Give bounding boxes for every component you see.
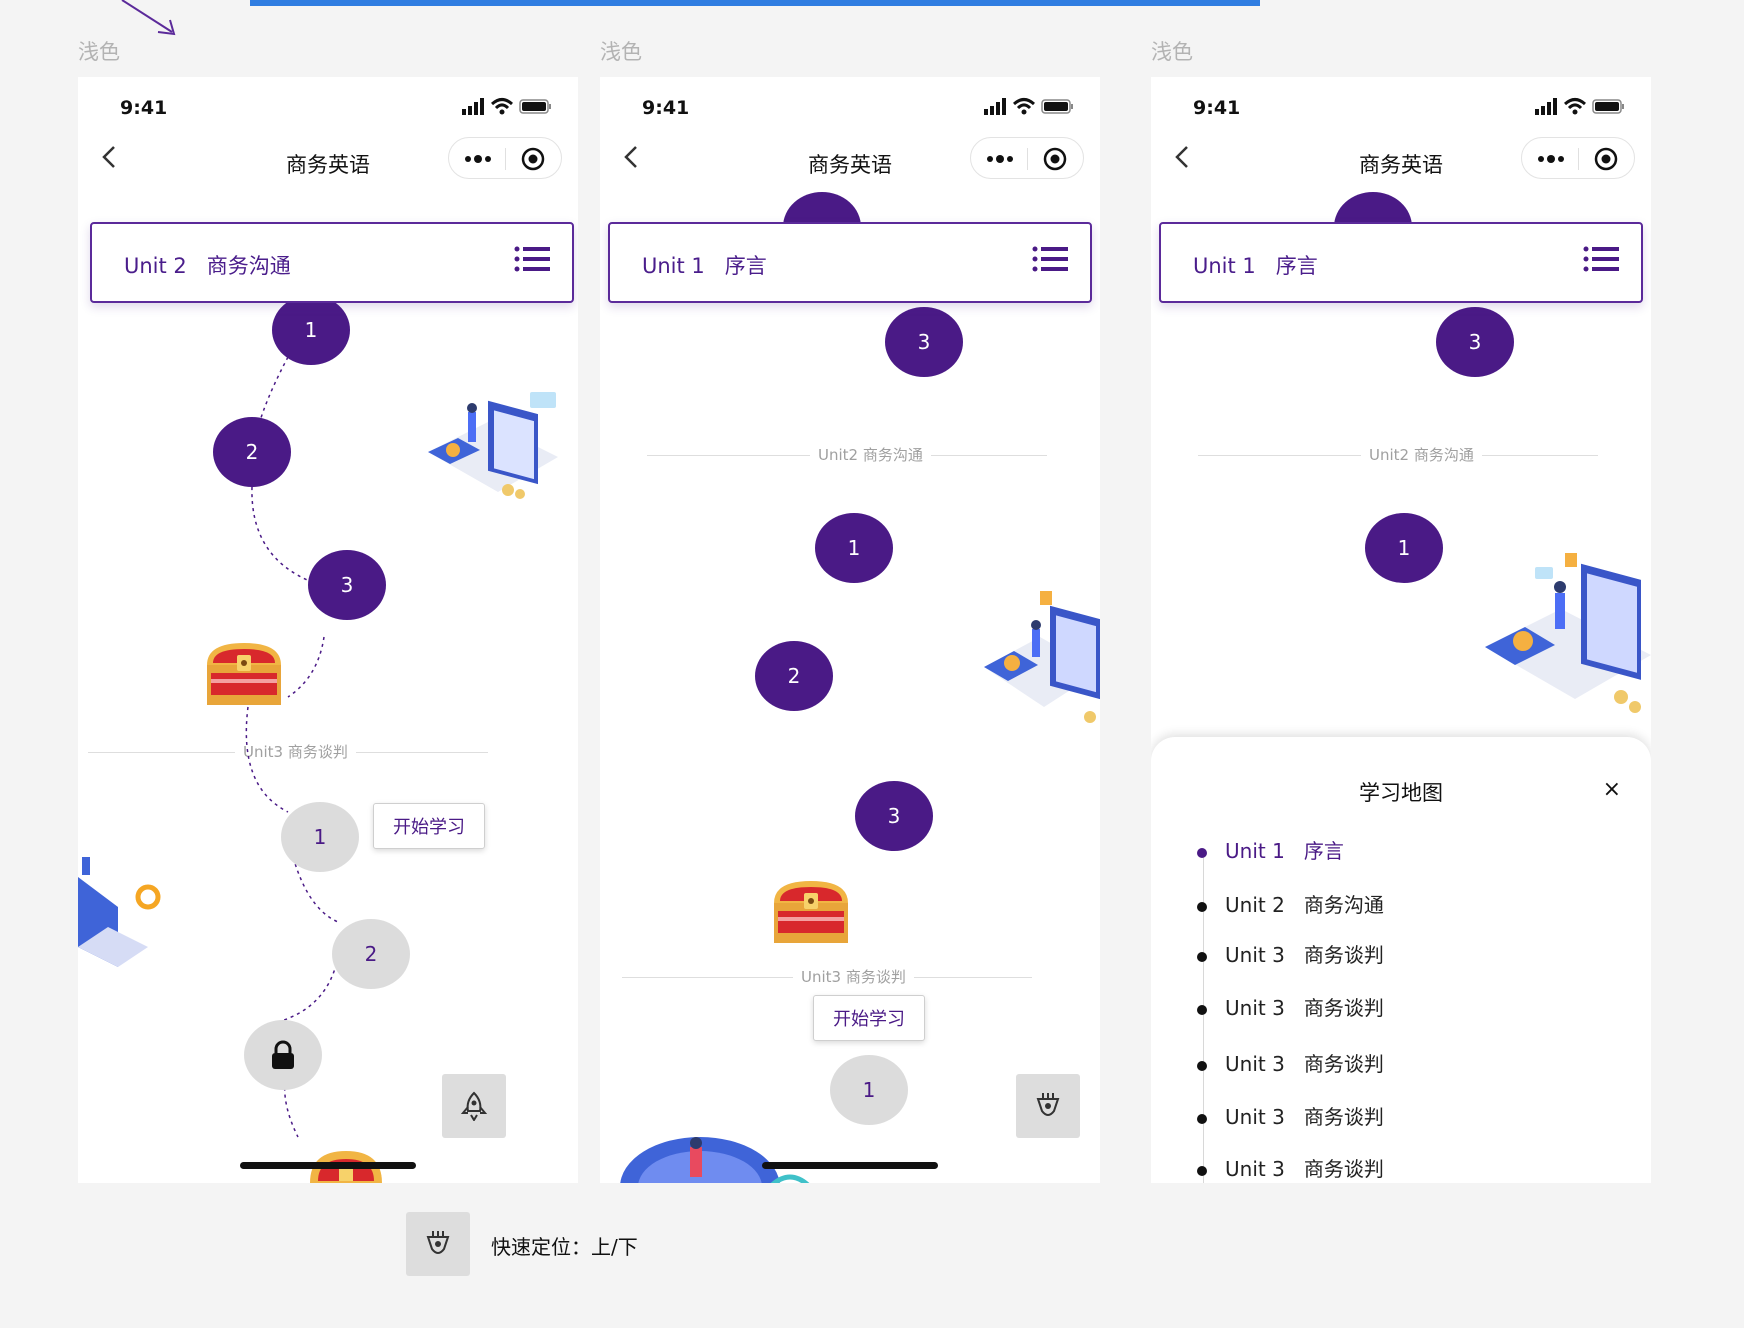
map-item-current[interactable]: Unit 1 序言	[1197, 835, 1344, 864]
timeline-dot	[1197, 1165, 1207, 1176]
home-indicator	[240, 1162, 416, 1169]
timeline-dot	[1197, 901, 1207, 912]
start-learning-tooltip[interactable]: 开始学习	[813, 995, 925, 1041]
map-item[interactable]: Unit 3 商务谈判	[1197, 939, 1384, 968]
map-item[interactable]: Unit 3 商务谈判	[1197, 1101, 1384, 1130]
map-item-label: Unit 3 商务谈判	[1225, 996, 1384, 1020]
timeline-dot	[1197, 847, 1207, 858]
lesson-node[interactable]: 2	[755, 641, 833, 711]
list-icon[interactable]	[514, 246, 550, 272]
locate-icon	[426, 1231, 450, 1254]
capsule-separator	[1027, 148, 1028, 170]
status-time: 9:41	[642, 97, 690, 119]
study-illustration	[1485, 553, 1651, 713]
locked-node[interactable]	[244, 1020, 322, 1090]
unit-divider-label: Unit3 商务谈判	[793, 966, 914, 987]
study-illustration	[984, 591, 1100, 723]
mini-program-capsule	[970, 137, 1084, 179]
wifi-icon	[1012, 98, 1036, 115]
map-item[interactable]: Unit 3 商务谈判	[1197, 992, 1384, 1021]
unit-header[interactable]: Unit 1 序言	[608, 222, 1092, 303]
study-illustration	[428, 392, 558, 499]
battery-icon	[1592, 99, 1624, 114]
map-item-label: Unit 1 序言	[1225, 839, 1344, 863]
timeline-dot	[1197, 1004, 1207, 1015]
map-item[interactable]: Unit 3 商务谈判	[1197, 1048, 1384, 1077]
capsule-separator	[1578, 148, 1579, 170]
unit-divider-label: Unit2 商务沟通	[810, 444, 931, 465]
mini-program-capsule	[1521, 137, 1635, 179]
lesson-node[interactable]: 3	[308, 550, 386, 620]
locate-button-legend	[406, 1212, 470, 1276]
signal-icon	[984, 98, 1006, 115]
unit-header[interactable]: Unit 1 序言	[1159, 222, 1643, 303]
top-highlight-bar	[250, 0, 1260, 6]
lesson-node[interactable]: 3	[855, 781, 933, 851]
signal-icon	[1535, 98, 1557, 115]
treasure-chest-icon[interactable]	[203, 637, 285, 709]
lesson-node[interactable]: 3	[885, 307, 963, 377]
lesson-node[interactable]: 1	[272, 295, 350, 365]
map-item-label: Unit 3 商务谈判	[1225, 1105, 1384, 1129]
phone-screen-1: 9:41 商务英语 Unit 2 商务沟通 1 2 3 Unit3 商务谈判 1…	[78, 77, 578, 1183]
bottom-illustration	[620, 1137, 810, 1183]
lesson-node[interactable]: 1	[281, 802, 359, 872]
locate-button[interactable]	[1016, 1074, 1080, 1138]
timeline-dot	[1197, 1060, 1207, 1071]
unit-header-label: Unit 1 序言	[642, 254, 767, 278]
map-item-label: Unit 3 商务谈判	[1225, 1157, 1384, 1181]
target-icon[interactable]	[1594, 147, 1618, 171]
locate-icon	[1036, 1093, 1060, 1116]
annotation-arrow-icon	[121, 0, 176, 36]
phone-screen-2: 9:41 商务英语 Unit 1 序言 3 Unit2 商务沟通 1 2 3 U…	[600, 77, 1100, 1183]
lesson-node[interactable]: 1	[1365, 513, 1443, 583]
lesson-node[interactable]: 1	[815, 513, 893, 583]
study-map-sheet: 学习地图 × Unit 1 序言 Unit 2 商务沟通 Unit 3 商务谈判…	[1151, 737, 1651, 1183]
status-icons	[984, 98, 1073, 115]
map-item-label: Unit 2 商务沟通	[1225, 893, 1384, 917]
timeline-dot	[1197, 1113, 1207, 1124]
status-time: 9:41	[1193, 97, 1241, 119]
treasure-chest-icon[interactable]	[770, 875, 852, 947]
more-icon[interactable]	[1538, 154, 1564, 164]
map-item[interactable]: Unit 2 商务沟通	[1197, 889, 1384, 918]
sheet-title: 学习地图	[1359, 781, 1443, 805]
lesson-node[interactable]: 2	[332, 919, 410, 989]
lesson-node[interactable]: 3	[1436, 307, 1514, 377]
list-icon[interactable]	[1583, 246, 1619, 272]
unit-header-label: Unit 2 商务沟通	[124, 254, 291, 278]
start-learning-tooltip[interactable]: 开始学习	[373, 803, 485, 849]
phone-screen-3: 9:41 商务英语 Unit 1 序言 3 Unit2 商务沟通 1 学习地图 …	[1151, 77, 1651, 1183]
section-label-light: 浅色	[78, 40, 120, 64]
timeline-dot	[1197, 951, 1207, 962]
list-icon[interactable]	[1032, 246, 1068, 272]
home-indicator	[762, 1162, 938, 1169]
battery-icon	[1041, 99, 1073, 114]
left-illustration	[78, 857, 161, 967]
unit-header-label: Unit 1 序言	[1193, 254, 1318, 278]
close-icon[interactable]: ×	[1603, 777, 1621, 802]
map-item-label: Unit 3 商务谈判	[1225, 1052, 1384, 1076]
section-label-light: 浅色	[600, 40, 642, 64]
lesson-node[interactable]: 1	[830, 1055, 908, 1125]
target-icon[interactable]	[1043, 147, 1067, 171]
section-label-light: 浅色	[1151, 40, 1193, 64]
lesson-node[interactable]: 2	[213, 417, 291, 487]
unit-divider-label: Unit2 商务沟通	[1361, 444, 1482, 465]
map-item[interactable]: Unit 3 商务谈判	[1197, 1153, 1384, 1182]
unit-header[interactable]: Unit 2 商务沟通	[90, 222, 574, 303]
legend-text: 快速定位：上/下	[491, 1235, 638, 1259]
wifi-icon	[1563, 98, 1587, 115]
status-icons	[1535, 98, 1624, 115]
lock-icon	[272, 1040, 294, 1069]
map-item-label: Unit 3 商务谈判	[1225, 943, 1384, 967]
more-icon[interactable]	[987, 154, 1013, 164]
